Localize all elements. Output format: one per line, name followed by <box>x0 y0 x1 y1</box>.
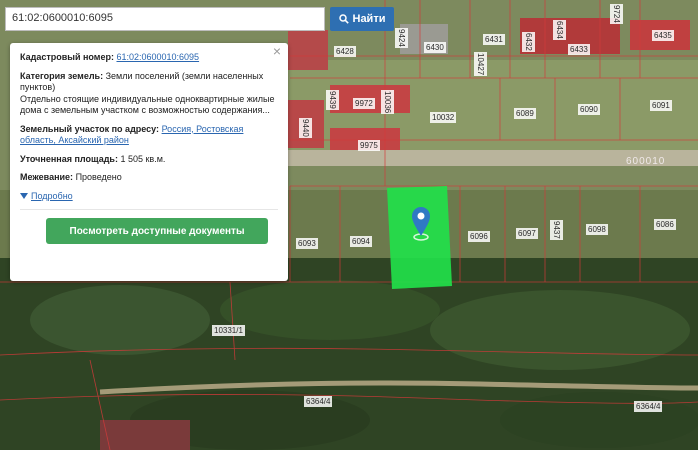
parcel-label: 6096 <box>468 231 490 242</box>
location-pin-icon[interactable] <box>411 206 431 242</box>
usage-text: Отдельно стоящие индивидуальные одноквар… <box>20 93 275 116</box>
parcel-label: 6097 <box>516 228 538 239</box>
area-row: Уточненная площадь: 1 505 кв.м. <box>20 154 278 166</box>
area-value: 1 505 кв.м. <box>120 153 166 164</box>
parcel-label: 10331/1 <box>212 325 245 336</box>
street-label: 600010 <box>626 156 666 167</box>
parcel-label: 6431 <box>483 34 505 45</box>
address-row: Земельный участок по адресу: Россия, Рос… <box>20 124 278 147</box>
parcel-label: 6091 <box>650 100 672 111</box>
area-label: Уточненная площадь: <box>20 153 118 164</box>
details-toggle[interactable]: Подробно <box>20 191 278 203</box>
parcel-label: 6089 <box>514 108 536 119</box>
parcel-label: 6430 <box>424 42 446 53</box>
view-documents-button[interactable]: Посмотреть доступные документы <box>46 218 268 244</box>
parcel-label: 9440 <box>299 118 312 138</box>
search-icon <box>338 14 349 24</box>
parcel-label: 9975 <box>358 140 380 151</box>
survey-label: Межевание: <box>20 172 74 182</box>
search-input[interactable]: 61:02:0600010:6095 <box>5 7 325 31</box>
category-row: Категория земель: Земли поселений (земли… <box>20 71 278 117</box>
parcel-label: 6086 <box>654 219 676 230</box>
search-button[interactable]: Найти <box>330 7 394 31</box>
parcel-label: 6435 <box>652 30 674 41</box>
parcel-label: 10427 <box>474 52 487 77</box>
parcel-label: 10032 <box>430 112 457 123</box>
parcel-label: 9424 <box>395 28 408 48</box>
parcel-label: 6434 <box>553 20 566 40</box>
parcel-label: 9724 <box>610 4 623 24</box>
parcel-label: 9437 <box>550 220 563 240</box>
parcel-label: 6428 <box>334 46 356 57</box>
details-label: Подробно <box>31 190 73 201</box>
cadastral-label: Кадастровый номер: <box>20 52 114 62</box>
parcel-label: 6364/4 <box>304 396 333 407</box>
close-icon[interactable]: × <box>273 44 281 57</box>
cadastral-row: Кадастровый номер: 61:02:0600010:6095 <box>20 52 278 64</box>
parcel-label: 6094 <box>350 236 372 247</box>
search-button-label: Найти <box>352 13 386 25</box>
parcel-label: 6432 <box>522 32 535 52</box>
category-label: Категория земель: <box>20 70 104 81</box>
parcel-label: 6090 <box>578 104 600 115</box>
survey-value: Проведено <box>75 172 122 182</box>
parcel-label: 6433 <box>568 44 590 55</box>
cadastral-link[interactable]: 61:02:0600010:6095 <box>116 52 199 62</box>
parcel-label: 6364/4 <box>634 401 663 412</box>
triangle-down-icon <box>20 193 28 200</box>
survey-row: Межевание: Проведено <box>20 172 278 184</box>
parcel-label: 10036 <box>381 90 394 115</box>
parcel-info-popup: × Кадастровый номер: 61:02:0600010:6095 … <box>10 43 288 281</box>
parcel-label: 9972 <box>353 98 375 109</box>
parcel-label: 9439 <box>326 90 339 110</box>
parcel-label: 6093 <box>296 238 318 249</box>
parcel-label: 6098 <box>586 224 608 235</box>
divider <box>20 209 278 210</box>
address-label: Земельный участок по адресу: <box>20 123 160 134</box>
